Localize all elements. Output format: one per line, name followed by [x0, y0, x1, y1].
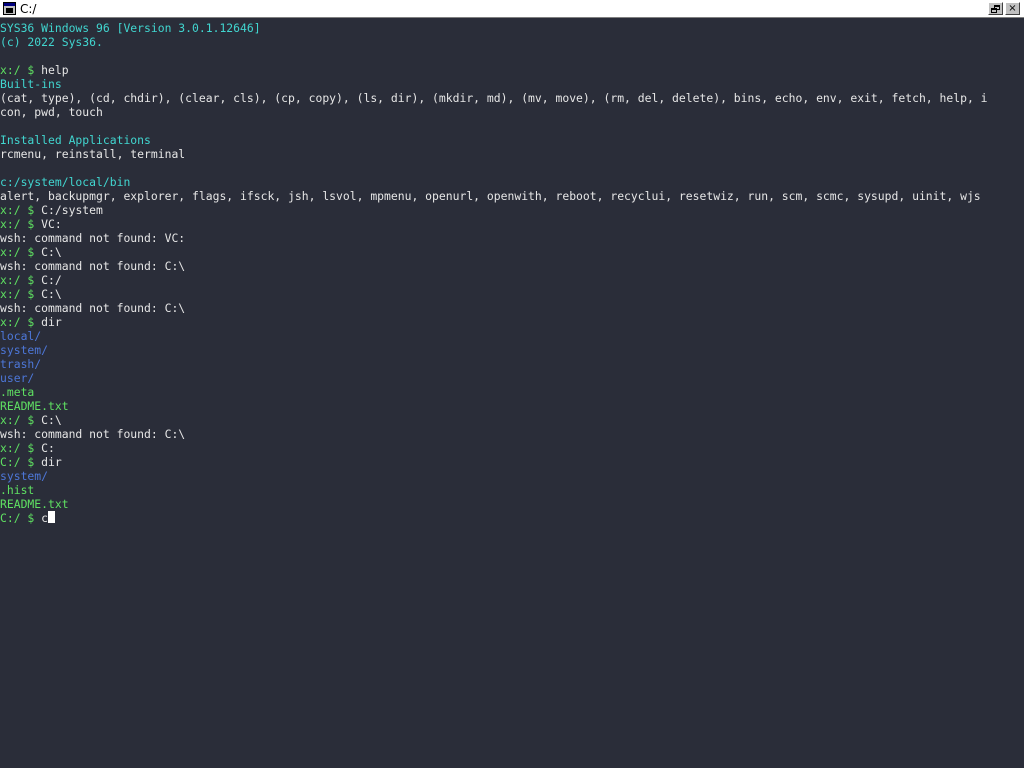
output-text: c:/system/local/bin	[0, 175, 131, 189]
output-line: con, pwd, touch	[0, 105, 1024, 119]
command-line: x:/ $ C:/system	[0, 203, 1024, 217]
output-text: trash/	[0, 357, 42, 371]
output-line: trash/	[0, 357, 1024, 371]
output-text: wsh: command not found: C:\	[0, 427, 186, 441]
output-line: wsh: command not found: C:\	[0, 259, 1024, 273]
close-button[interactable]: ×	[1005, 2, 1020, 15]
prompt: x:/ $	[0, 245, 42, 259]
command-text: C:\	[41, 245, 62, 259]
output-text: README.txt	[0, 497, 69, 511]
output-line: Built-ins	[0, 77, 1024, 91]
output-line: wsh: command not found: VC:	[0, 231, 1024, 245]
output-text: wsh: command not found: C:\	[0, 301, 186, 315]
restore-icon	[991, 5, 1000, 13]
output-text: .meta	[0, 385, 35, 399]
output-line: README.txt	[0, 399, 1024, 413]
command-line: x:/ $ C:/	[0, 273, 1024, 287]
prompt: x:/ $	[0, 273, 42, 287]
output-text: Built-ins	[0, 77, 62, 91]
close-icon: ×	[1008, 3, 1017, 14]
prompt: x:/ $	[0, 203, 42, 217]
output-text: (c) 2022 Sys36.	[0, 35, 103, 49]
command-text: C:	[41, 441, 55, 455]
window-titlebar[interactable]: C:/ ×	[0, 0, 1024, 18]
output-line: c:/system/local/bin	[0, 175, 1024, 189]
command-line: x:/ $ C:\	[0, 245, 1024, 259]
input-line[interactable]: C:/ $ c	[0, 511, 1024, 525]
output-text: Installed Applications	[0, 133, 151, 147]
output-line: wsh: command not found: C:\	[0, 301, 1024, 315]
prompt: x:/ $	[0, 63, 42, 77]
output-line: local/	[0, 329, 1024, 343]
command-text: dir	[41, 315, 62, 329]
output-text: README.txt	[0, 399, 69, 413]
command-text: C:/system	[41, 203, 103, 217]
prompt: C:/ $	[0, 455, 42, 469]
restore-button[interactable]	[988, 2, 1003, 15]
command-line: x:/ $ C:	[0, 441, 1024, 455]
output-line: Installed Applications	[0, 133, 1024, 147]
output-text: local/	[0, 329, 42, 343]
output-line: user/	[0, 371, 1024, 385]
output-line: system/	[0, 469, 1024, 483]
output-line: .hist	[0, 483, 1024, 497]
window-title: C:/	[20, 2, 37, 16]
command-line: x:/ $ VC:	[0, 217, 1024, 231]
output-line: alert, backupmgr, explorer, flags, ifsck…	[0, 189, 1024, 203]
output-text: rcmenu, reinstall, terminal	[0, 147, 186, 161]
command-line: x:/ $ dir	[0, 315, 1024, 329]
output-line: (cat, type), (cd, chdir), (clear, cls), …	[0, 91, 1024, 105]
prompt: x:/ $	[0, 287, 42, 301]
terminal-output[interactable]: SYS36 Windows 96 [Version 3.0.1.12646] (c…	[0, 21, 1024, 768]
command-text: help	[41, 63, 69, 77]
output-line: rcmenu, reinstall, terminal	[0, 147, 1024, 161]
text-cursor	[48, 511, 56, 523]
output-line: SYS36 Windows 96 [Version 3.0.1.12646]	[0, 21, 1024, 35]
output-text: wsh: command not found: VC:	[0, 231, 186, 245]
prompt: C:/ $	[0, 511, 42, 525]
output-text: system/	[0, 343, 49, 357]
output-text: (cat, type), (cd, chdir), (clear, cls), …	[0, 91, 988, 105]
command-text: C:\	[41, 287, 62, 301]
command-text: C:\	[41, 413, 62, 427]
output-text: SYS36 Windows 96 [Version 3.0.1.12646]	[0, 21, 261, 35]
output-text: con, pwd, touch	[0, 105, 103, 119]
output-text: alert, backupmgr, explorer, flags, ifsck…	[0, 189, 981, 203]
command-text: VC:	[41, 217, 62, 231]
output-text: wsh: command not found: C:\	[0, 259, 186, 273]
terminal-app-icon	[3, 2, 16, 15]
command-text: dir	[41, 455, 62, 469]
output-text: system/	[0, 469, 49, 483]
prompt: x:/ $	[0, 217, 42, 231]
prompt: x:/ $	[0, 441, 42, 455]
output-text: .hist	[0, 483, 35, 497]
prompt: x:/ $	[0, 315, 42, 329]
output-line: (c) 2022 Sys36.	[0, 35, 1024, 49]
command-line: x:/ $ C:\	[0, 413, 1024, 427]
command-text: C:/	[41, 273, 62, 287]
command-line: x:/ $ C:\	[0, 287, 1024, 301]
command-line: x:/ $ help	[0, 63, 1024, 77]
output-line: .meta	[0, 385, 1024, 399]
output-text: user/	[0, 371, 35, 385]
output-line: system/	[0, 343, 1024, 357]
command-line: C:/ $ dir	[0, 455, 1024, 469]
command-input[interactable]: c	[41, 511, 48, 525]
prompt: x:/ $	[0, 413, 42, 427]
output-line: wsh: command not found: C:\	[0, 427, 1024, 441]
output-line: README.txt	[0, 497, 1024, 511]
